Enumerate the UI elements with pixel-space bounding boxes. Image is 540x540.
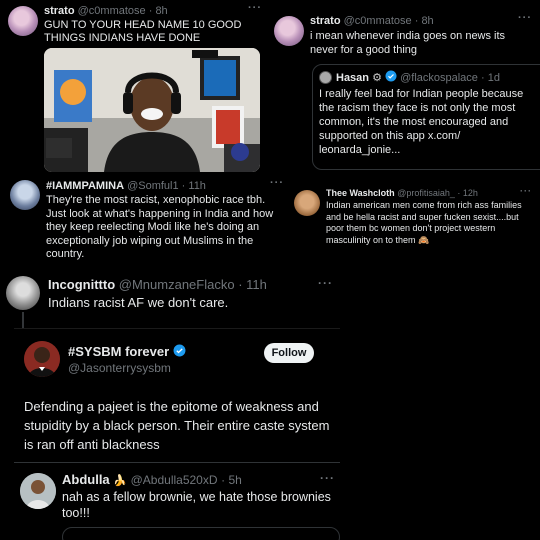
avatar-illustration (20, 473, 56, 509)
tweet-header: #IAMMPAMINA @Somful1 · 11h (46, 180, 206, 192)
quoted-tweet[interactable]: Hasan ⚙ @flackospalace · 1d I really fee… (312, 64, 540, 170)
verified-badge-icon (385, 70, 397, 82)
tweet-header: #SYSBM forever (68, 344, 186, 359)
more-options-icon[interactable]: ··· (318, 276, 333, 290)
more-options-icon[interactable]: ··· (320, 471, 335, 485)
tweet-strato-video: strato @c0mmatose · 8h ··· GUN TO YOUR H… (0, 0, 268, 180)
more-options-icon[interactable]: ··· (520, 186, 532, 196)
author-name[interactable]: strato (44, 5, 75, 17)
video-frame-illustration (44, 48, 260, 172)
author-handle[interactable]: @flackospalace (400, 72, 478, 84)
avatar[interactable] (8, 6, 38, 36)
timestamp[interactable]: · 11h (182, 180, 206, 192)
author-handle[interactable]: @Jasonterrysysbm (68, 361, 171, 375)
avatar[interactable] (20, 473, 56, 509)
quoted-tweet-header: Hasan ⚙ @flackospalace · 1d (336, 70, 500, 84)
tweet-header: strato @c0mmatose · 8h (310, 15, 434, 27)
avatar[interactable] (10, 180, 40, 210)
more-options-icon[interactable]: ··· (270, 177, 284, 189)
author-name[interactable]: Abdulla (62, 472, 110, 487)
author-name[interactable]: Thee Washcloth (326, 188, 395, 198)
author-handle[interactable]: @profitisaiah_ (397, 188, 455, 198)
avatar[interactable] (294, 190, 320, 216)
banana-icon: 🍌 (113, 475, 127, 487)
avatar[interactable] (319, 71, 332, 84)
tweet-header: Abdulla 🍌 @Abdulla520xD · 5h (62, 472, 242, 487)
tweet-text: Indian american men come from rich ass f… (326, 200, 522, 245)
tweet-washcloth: Thee Washcloth @profitisaiah_ · 12h ··· … (288, 184, 540, 268)
author-name[interactable]: strato (310, 15, 341, 27)
author-handle[interactable]: @c0mmatose (78, 5, 146, 17)
tweet-iammpamina: #IAMMPAMINA @Somful1 · 11h ··· They're t… (0, 176, 288, 268)
quoted-tweet-text: I really feel bad for Indian people beca… (319, 88, 524, 156)
avatar-illustration (24, 341, 60, 377)
author-handle[interactable]: @Somful1 (127, 180, 179, 192)
video-thumbnail[interactable] (44, 48, 260, 172)
author-name[interactable]: Incognittto (48, 277, 115, 292)
author-handle[interactable]: @MnumzaneFlacko (119, 277, 235, 292)
more-options-icon[interactable]: ··· (518, 12, 532, 24)
gear-icon: ⚙ (372, 72, 382, 84)
tweet-strato-quote: strato @c0mmatose · 8h ··· i mean whenev… (268, 0, 540, 178)
tweet-text: Indians racist AF we don't care. (48, 295, 229, 310)
tweet-text: They're the most racist, xenophobic race… (46, 194, 274, 260)
tweet-sysbm: #SYSBM forever @Jasonterrysysbm Follow D… (14, 328, 340, 462)
tweet-incognittto: Incognittto @MnumzaneFlacko · 11h ··· In… (0, 268, 342, 332)
tweet-text: i mean whenever india goes on news its n… (310, 30, 506, 56)
tweet-text: GUN TO YOUR HEAD NAME 10 GOOD THINGS IND… (44, 19, 242, 44)
follow-button[interactable]: Follow (264, 343, 314, 363)
author-handle[interactable]: @Abdulla520xD (131, 473, 218, 487)
timestamp[interactable]: · 5h (221, 473, 242, 487)
author-handle[interactable]: @c0mmatose (344, 15, 412, 27)
tweet-header: strato @c0mmatose · 8h (44, 5, 168, 17)
avatar[interactable] (24, 341, 60, 377)
embedded-card[interactable] (62, 527, 340, 540)
verified-badge-icon (173, 344, 186, 357)
timestamp[interactable]: · 11h (238, 277, 267, 292)
timestamp[interactable]: · 8h (415, 15, 434, 27)
tweet-text: Defending a pajeet is the epitome of wea… (24, 399, 330, 452)
more-options-icon[interactable]: ··· (248, 2, 262, 14)
author-name[interactable]: #SYSBM forever (68, 344, 169, 359)
timestamp[interactable]: · 1d (481, 72, 500, 84)
author-name[interactable]: Hasan (336, 72, 369, 84)
author-name[interactable]: #IAMMPAMINA (46, 180, 124, 192)
timestamp[interactable]: · 12h (457, 188, 478, 198)
tweet-header: Incognittto @MnumzaneFlacko · 11h (48, 277, 267, 292)
avatar[interactable] (6, 276, 40, 310)
tweet-header: Thee Washcloth @profitisaiah_ · 12h (326, 188, 478, 198)
tweet-abdulla: Abdulla 🍌 @Abdulla520xD · 5h ··· nah as … (14, 462, 340, 540)
avatar[interactable] (274, 16, 304, 46)
tweet-text: nah as a fellow brownie, we hate those b… (62, 490, 331, 520)
timestamp[interactable]: · 8h (149, 5, 168, 17)
